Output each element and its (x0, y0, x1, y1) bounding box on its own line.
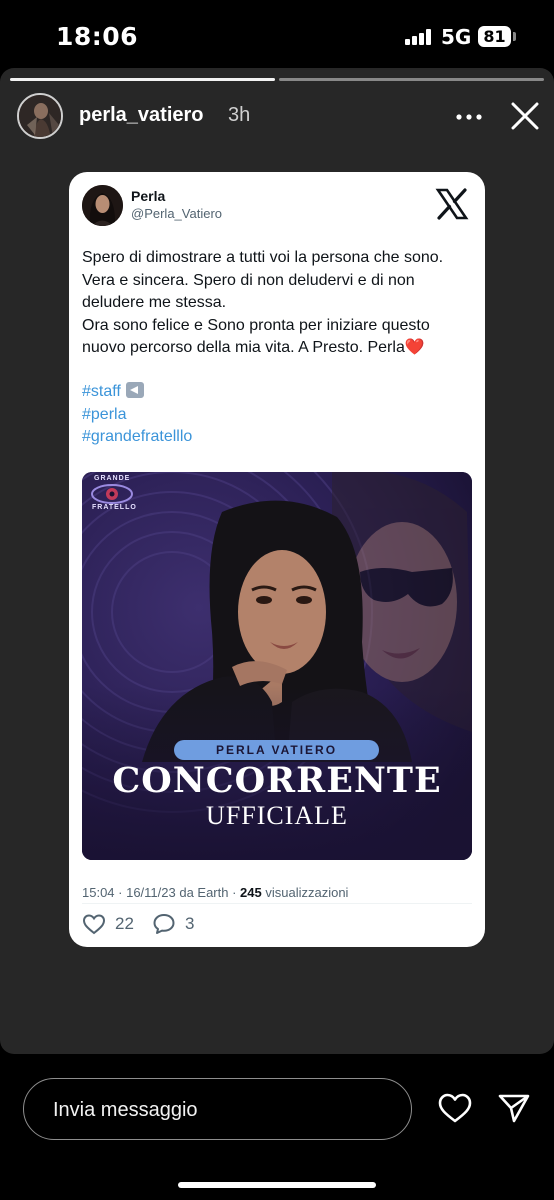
reply-action[interactable]: 3 (152, 912, 212, 936)
tweet-author-name: Perla (131, 188, 166, 204)
story-header: perla_vatiero 3h (0, 93, 554, 141)
home-indicator (178, 1182, 376, 1188)
story-viewer[interactable]: perla_vatiero 3h Perla @Perla_Vatiero Sp… (0, 68, 554, 1054)
tweet-views-label: visualizzazioni (261, 885, 349, 900)
close-icon[interactable] (508, 99, 542, 133)
progress-segment-1 (10, 78, 275, 81)
tweet-views-count: 245 (240, 885, 262, 900)
hashtag-list: #staff #perla #grandefratelllo (82, 381, 192, 449)
tweet-avatar (82, 185, 123, 226)
message-input[interactable]: Invia messaggio (23, 1078, 412, 1140)
subheadline-ufficiale: UFFICIALE (206, 801, 348, 830)
story-progress (10, 78, 544, 81)
like-count: 22 (115, 914, 134, 933)
status-bar: 18:06 5G 81 (0, 0, 554, 68)
tweet-divider (82, 903, 472, 904)
x-logo-icon (435, 187, 469, 221)
gf-logo-top: GRANDE (94, 475, 131, 482)
tweet-card[interactable]: Perla @Perla_Vatiero Spero di dimostrare… (69, 172, 485, 947)
reply-count: 3 (185, 914, 195, 933)
progress-segment-2 (279, 78, 544, 81)
message-placeholder[interactable]: Invia messaggio (53, 1099, 198, 1122)
reply-bubble-icon[interactable] (152, 912, 176, 936)
gf-logo-bottom: FRATELLO (92, 504, 137, 511)
network-label: 5G (441, 25, 472, 49)
tweet-meta: 15:04 · 16/11/23 da Earth · 245 visualiz… (82, 885, 348, 900)
send-icon[interactable] (497, 1092, 531, 1124)
tweet-paragraph-2: Ora sono felice e Sono pronta per inizia… (82, 315, 474, 360)
tweet-author-handle: @Perla_Vatiero (131, 206, 222, 221)
more-options-icon[interactable] (452, 107, 486, 127)
hashtag-staff[interactable]: #staff (82, 381, 192, 404)
tweet-paragraph-2-text: Ora sono felice e Sono pronta per inizia… (82, 316, 430, 357)
tweet-text: Spero di dimostrare a tutti voi la perso… (82, 247, 474, 360)
signal-icon (405, 29, 433, 45)
status-time: 18:06 (56, 22, 139, 51)
hashtag-staff-label[interactable]: #staff (82, 383, 121, 400)
name-banner: PERLA VATIERO (215, 743, 338, 757)
heart-icon[interactable] (437, 1092, 473, 1124)
like-heart-icon[interactable] (82, 912, 106, 936)
tweet-time: 15:04 · 16/11/23 da Earth · (82, 885, 241, 900)
hashtag-grandefratello[interactable]: #grandefratelllo (82, 426, 192, 449)
like-action[interactable]: 22 (82, 912, 142, 936)
story-reply-bar: Invia messaggio (0, 1054, 554, 1200)
tweet-image[interactable]: GRANDE FRATELLO PERLA VATIERO CONCORRENT… (82, 472, 472, 860)
headline-concorrente: CONCORRENTE (112, 760, 442, 801)
battery-tip (513, 32, 516, 41)
story-time-ago: 3h (228, 104, 251, 126)
hashtag-perla[interactable]: #perla (82, 404, 192, 427)
red-heart-emoji: ❤️ (404, 339, 425, 356)
story-username[interactable]: perla_vatiero (79, 104, 204, 127)
battery-icon: 81 (478, 26, 511, 47)
avatar[interactable] (17, 93, 63, 139)
back-arrow-icon (125, 382, 144, 398)
tweet-paragraph-1: Spero di dimostrare a tutti voi la perso… (82, 249, 444, 311)
